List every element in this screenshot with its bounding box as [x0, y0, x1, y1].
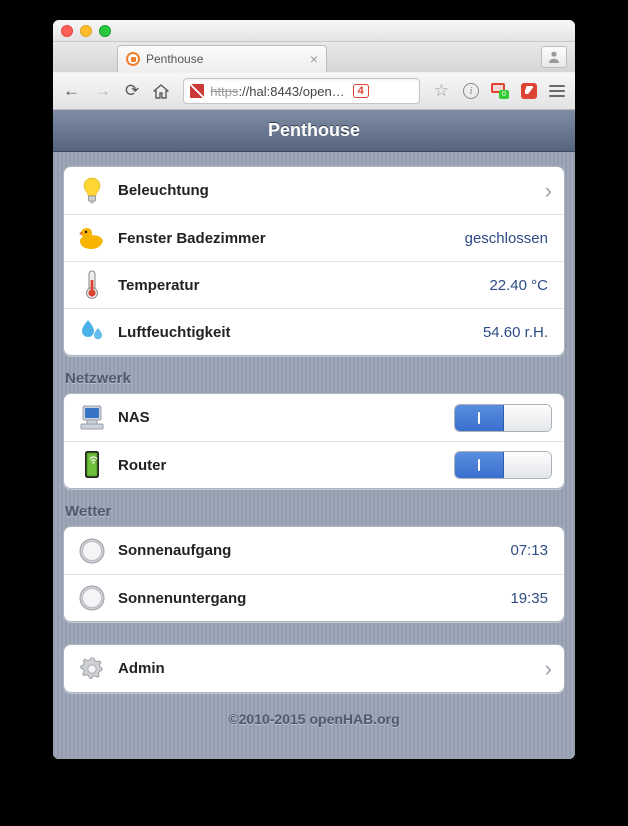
row-value: 19:35: [510, 590, 552, 607]
row-sonnenaufgang[interactable]: Sonnenaufgang 07:13: [64, 527, 564, 574]
row-value: 54.60 r.H.: [483, 324, 552, 341]
close-window-button[interactable]: [61, 25, 73, 37]
maximize-window-button[interactable]: [99, 25, 111, 37]
toggle-off-side: [504, 405, 552, 431]
clock-icon: [76, 582, 108, 614]
group-weather: Sonnenaufgang 07:13 Sonnenuntergang 19:3…: [63, 526, 565, 622]
address-bar[interactable]: https://hal:8443/open… 4: [183, 78, 420, 104]
favicon-icon: [126, 52, 140, 66]
row-admin[interactable]: Admin ›: [64, 645, 564, 692]
row-sonnenuntergang[interactable]: Sonnenuntergang 19:35: [64, 574, 564, 621]
row-label: NAS: [118, 409, 150, 426]
tab-close-button[interactable]: ×: [310, 52, 318, 66]
row-label: Fenster Badezimmer: [118, 230, 266, 247]
browser-toolbar: ← → ⟳ https://hal:8443/open… 4 ☆ i 0: [53, 72, 575, 110]
reload-button[interactable]: ⟳: [125, 81, 139, 101]
group-network: NAS Router: [63, 393, 565, 489]
row-luftfeuchtigkeit[interactable]: Luftfeuchtigkeit 54.60 r.H.: [64, 308, 564, 355]
toggle-on-indicator: [455, 452, 504, 478]
row-label: Sonnenaufgang: [118, 542, 231, 559]
tab-bar: Penthouse ×: [53, 42, 575, 72]
router-icon: [76, 449, 108, 481]
insecure-lock-icon: [190, 84, 204, 98]
profile-button[interactable]: [541, 46, 567, 68]
bookmark-star-icon[interactable]: ☆: [434, 81, 449, 101]
window-controls: [61, 25, 111, 37]
minimize-window-button[interactable]: [80, 25, 92, 37]
row-fenster-badezimmer[interactable]: Fenster Badezimmer geschlossen: [64, 214, 564, 261]
row-nas: NAS: [64, 394, 564, 441]
page-viewport: Penthouse Beleuchtung › Fenster Badezimm…: [53, 110, 575, 759]
back-button[interactable]: ←: [63, 81, 80, 101]
row-value: geschlossen: [465, 230, 552, 247]
menu-button[interactable]: [549, 85, 565, 97]
chevron-right-icon: ›: [545, 658, 552, 680]
browser-tab[interactable]: Penthouse ×: [117, 45, 327, 72]
row-temperatur[interactable]: Temperatur 22.40 °C: [64, 261, 564, 308]
toggle-router[interactable]: [454, 451, 552, 479]
thermometer-icon: [76, 269, 108, 301]
titlebar: [53, 20, 575, 42]
row-label: Router: [118, 457, 166, 474]
page-content: Beleuchtung › Fenster Badezimmer geschlo…: [53, 152, 575, 759]
home-button[interactable]: [153, 84, 169, 99]
gear-icon: [76, 653, 108, 685]
row-label: Luftfeuchtigkeit: [118, 324, 231, 341]
toggle-on-indicator: [455, 405, 504, 431]
notification-badge[interactable]: 4: [353, 84, 369, 98]
row-value: 07:13: [510, 542, 552, 559]
tab-title: Penthouse: [146, 52, 203, 66]
duck-icon: [76, 222, 108, 254]
group-title-network: Netzwerk: [65, 370, 563, 387]
footer-text: ©2010-2015 openHAB.org: [63, 693, 565, 759]
info-icon[interactable]: i: [463, 83, 479, 99]
group-main: Beleuchtung › Fenster Badezimmer geschlo…: [63, 166, 565, 356]
row-label: Beleuchtung: [118, 182, 209, 199]
bulb-icon: [76, 175, 108, 207]
browser-window: Penthouse × ← → ⟳ https://hal:8443/open……: [53, 20, 575, 759]
page-title: Penthouse: [53, 110, 575, 152]
row-beleuchtung[interactable]: Beleuchtung ›: [64, 167, 564, 214]
group-title-weather: Wetter: [65, 503, 563, 520]
toggle-off-side: [504, 452, 552, 478]
clock-icon: [76, 535, 108, 567]
adblock-icon[interactable]: [521, 83, 537, 99]
url-text: https://hal:8443/open…: [210, 84, 344, 99]
toggle-nas[interactable]: [454, 404, 552, 432]
forward-button[interactable]: →: [94, 81, 111, 101]
row-router: Router: [64, 441, 564, 488]
row-label: Temperatur: [118, 277, 199, 294]
humidity-icon: [76, 316, 108, 348]
row-label: Sonnenuntergang: [118, 590, 246, 607]
extension-flag-icon[interactable]: 0: [491, 83, 509, 99]
group-admin: Admin ›: [63, 644, 565, 693]
row-label: Admin: [118, 660, 165, 677]
chevron-right-icon: ›: [545, 180, 552, 202]
row-value: 22.40 °C: [489, 277, 552, 294]
nas-icon: [76, 402, 108, 434]
